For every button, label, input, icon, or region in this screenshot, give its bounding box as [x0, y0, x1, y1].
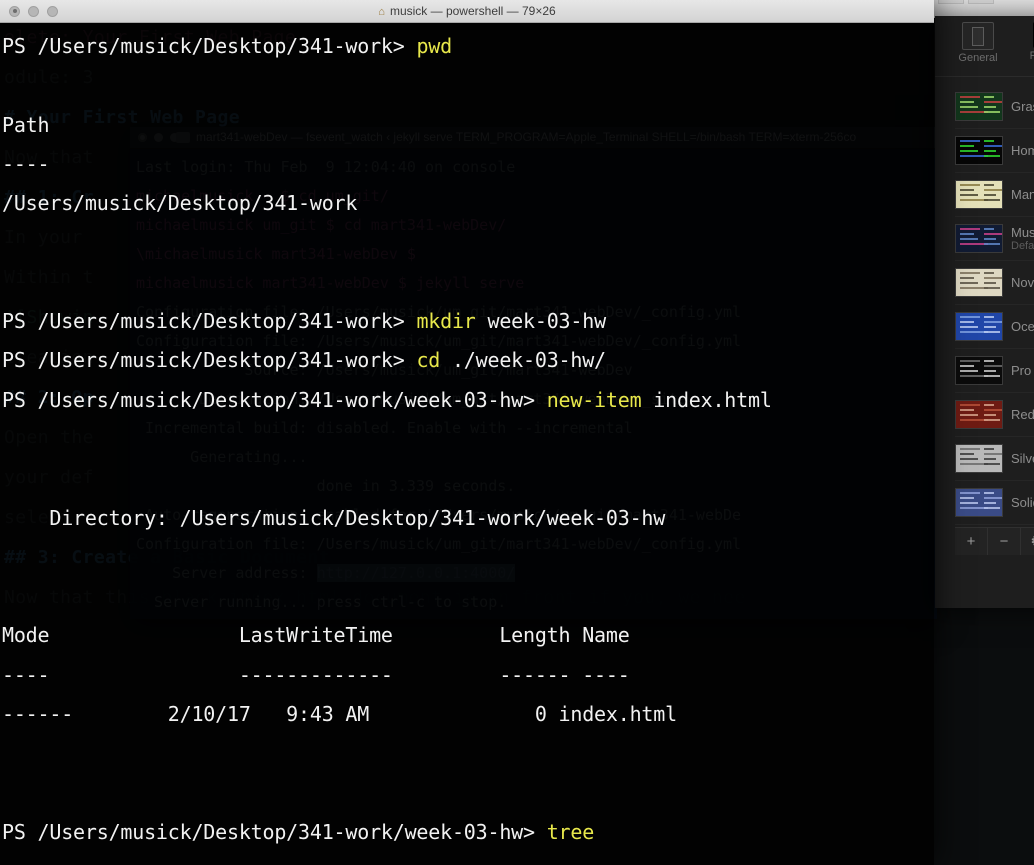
shell-command: cd: [416, 348, 441, 373]
preferences-toolbar[interactable]: General $ Profiles: [935, 16, 1034, 77]
profile-name: Ocean: [1011, 319, 1034, 334]
tab-profiles-label: Profiles: [1029, 50, 1034, 62]
powershell-terminal-window[interactable]: ⌂ musick — powershell — 79×26 PS /Users/m…: [0, 0, 934, 865]
profile-name: Man Page: [1011, 187, 1034, 202]
profile-thumbnail: [955, 180, 1003, 209]
terminal-line: Path: [2, 112, 50, 137]
profile-list-item[interactable]: MusDefault: [955, 217, 1034, 261]
terminal-line: Mode LastWriteTime Length Name: [2, 623, 630, 648]
profile-name: Grass: [1011, 99, 1034, 114]
profile-name: Pro: [1011, 363, 1032, 378]
shell-command-args: week-03-hw: [475, 309, 606, 334]
profile-thumbnail: [955, 444, 1003, 473]
terminal-line: ---- ------------- ------ ----: [2, 662, 630, 687]
profile-name: Red Sands: [1011, 407, 1034, 422]
terminal-line: PS /Users/musick/Desktop/341-work> mkdir…: [2, 302, 934, 341]
profile-list-item[interactable]: Ocean: [955, 305, 1034, 349]
tab-general-label: General: [958, 52, 998, 64]
terminal-line: ----: [2, 151, 50, 176]
shell-command: mkdir: [416, 309, 476, 334]
terminal-line: PS /Users/musick/Desktop/341-work/week-0…: [2, 381, 934, 420]
terminal-preferences-window[interactable]: General $ Profiles Grass Homebrew Man Page…: [935, 16, 1034, 608]
profile-thumbnail: [955, 312, 1003, 341]
shell-prompt: PS /Users/musick/Desktop/341-work>: [2, 348, 417, 373]
profile-default-badge: Default: [1011, 239, 1034, 252]
profile-thumbnail: [955, 136, 1003, 165]
shell-prompt: PS /Users/musick/Desktop/341-work/week-0…: [2, 819, 547, 844]
profile-name: Silver Aerogel: [1011, 451, 1034, 466]
profile-list-buttons[interactable]: + − ⚙: [955, 527, 1034, 556]
profile-list-item[interactable]: Red Sands: [955, 393, 1034, 437]
shell-prompt: PS /Users/musick/Desktop/341-work/week-0…: [2, 387, 547, 412]
profile-list-item[interactable]: Silver Aerogel: [955, 437, 1034, 481]
add-profile-button[interactable]: +: [955, 528, 988, 555]
shell-command-args: ./week-03-hw/: [440, 348, 606, 373]
profile-list[interactable]: Grass Homebrew Man Page MusDefault Novel Ocea…: [935, 77, 1034, 525]
shell-prompt: PS /Users/musick/Desktop/341-work>: [2, 34, 417, 58]
profile-list-item[interactable]: Solid Colors: [955, 481, 1034, 525]
shell-command: tree: [546, 819, 595, 844]
general-icon: [962, 22, 994, 50]
shell-command-args: index.html: [641, 387, 772, 412]
profile-list-item[interactable]: Pro: [955, 349, 1034, 393]
profile-thumbnail: [955, 400, 1003, 429]
tab-general[interactable]: General: [947, 16, 1009, 76]
terminal-line: PS /Users/musick/Desktop/341-work/week-0…: [2, 813, 934, 852]
shell-prompt: PS /Users/musick/Desktop/341-work>: [2, 309, 417, 334]
terminal-line: PS /Users/musick/Desktop/341-work> pwd: [2, 27, 934, 66]
profile-thumbnail: [955, 92, 1003, 121]
terminal-line: /Users/musick/Desktop/341-work: [2, 191, 358, 216]
window-title-text: musick — powershell — 79×26: [389, 4, 556, 18]
terminal-screen[interactable]: PS /Users/musick/Desktop/341-work> pwd Pa…: [0, 23, 934, 865]
profile-list-item[interactable]: Novel: [955, 261, 1034, 305]
profile-list-item[interactable]: Homebrew: [955, 129, 1034, 173]
profile-list-item[interactable]: Grass: [955, 85, 1034, 129]
profile-thumbnail: [955, 268, 1003, 297]
profile-settings-button[interactable]: ⚙: [1021, 528, 1034, 555]
powershell-titlebar[interactable]: ⌂ musick — powershell — 79×26: [0, 0, 934, 23]
shell-command: new-item: [546, 387, 642, 412]
remove-profile-button[interactable]: −: [988, 528, 1021, 555]
window-title: ⌂ musick — powershell — 79×26: [0, 3, 934, 20]
profile-name: Solid Colors: [1011, 495, 1034, 510]
profile-thumbnail: [955, 488, 1003, 517]
terminal-line: ------ 2/10/17 9:43 AM 0 index.html: [2, 702, 677, 727]
tab-profiles[interactable]: $ Profiles: [1017, 16, 1034, 76]
terminal-line: .: [2, 852, 934, 865]
profile-thumbnail: [955, 224, 1003, 253]
shell-command: pwd: [416, 34, 452, 58]
profile-list-item[interactable]: Man Page: [955, 173, 1034, 217]
profile-name: Novel: [1011, 275, 1034, 290]
profile-name: Mus: [1011, 224, 1034, 240]
home-icon: ⌂: [378, 6, 385, 18]
profile-thumbnail: [955, 356, 1003, 385]
profile-name: Homebrew: [1011, 143, 1034, 158]
terminal-line: PS /Users/musick/Desktop/341-work> cd ./…: [2, 341, 934, 380]
terminal-line: Directory: /Users/musick/Desktop/341-wor…: [2, 505, 666, 530]
